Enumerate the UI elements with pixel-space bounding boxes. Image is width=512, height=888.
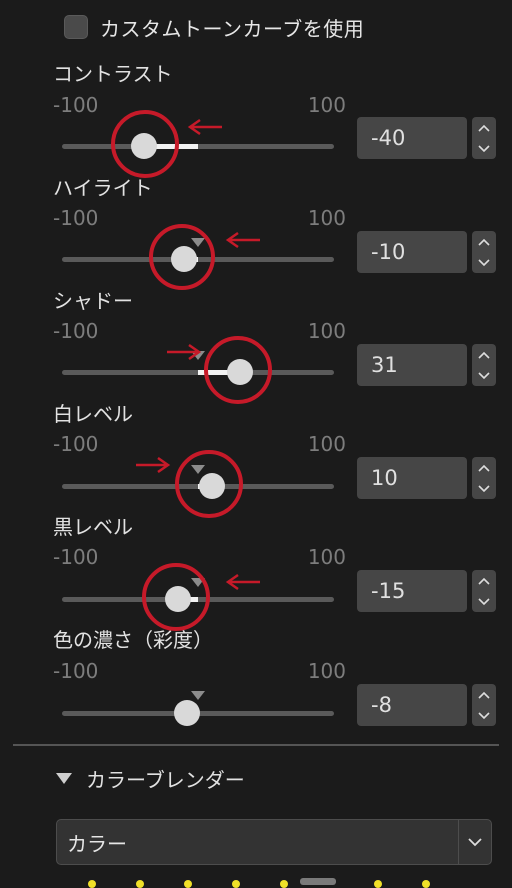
annotation-circle (175, 450, 243, 518)
color-blender-title: カラーブレンダー (86, 768, 245, 792)
color-swatch-dot[interactable] (374, 880, 382, 888)
annotation-overlay (111, 110, 272, 631)
annotation-highlight (149, 224, 260, 290)
color-blender-header[interactable]: カラーブレンダー (56, 764, 245, 793)
arrow-left-icon (225, 231, 260, 249)
section-divider (13, 744, 499, 746)
arrow-right-icon (136, 456, 171, 474)
color-mode-dropdown[interactable]: カラー (56, 819, 492, 865)
arrow-right-icon (167, 343, 202, 361)
color-swatch-dot[interactable] (88, 880, 96, 888)
arrow-left-icon (225, 573, 260, 591)
color-mode-dropdown-value: カラー (67, 831, 127, 856)
annotation-black-level (142, 563, 260, 631)
color-swatch-dot[interactable] (184, 880, 192, 888)
dropdown-chevron[interactable] (458, 820, 491, 864)
annotation-circle (142, 563, 210, 631)
arrow-left-icon (187, 118, 222, 136)
annotation-circle (111, 110, 179, 178)
color-swatch-dot[interactable] (232, 880, 240, 888)
annotation-contrast (111, 110, 222, 178)
annotation-shadow (167, 336, 272, 404)
annotation-circle (204, 336, 272, 404)
expand-triangle-icon[interactable] (56, 773, 72, 784)
color-swatch-selected[interactable] (300, 878, 336, 885)
color-swatch-dot[interactable] (280, 880, 288, 888)
chevron-down-icon (468, 837, 482, 846)
color-swatch-dot[interactable] (422, 880, 430, 888)
annotation-white-level (136, 450, 243, 518)
color-swatch-dot[interactable] (136, 880, 144, 888)
annotation-circle (149, 224, 215, 290)
